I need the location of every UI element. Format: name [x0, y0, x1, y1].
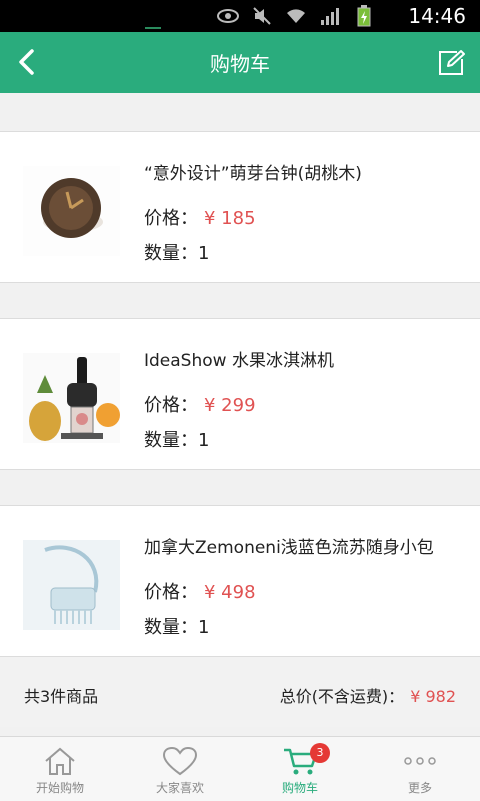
price-row: 价格： ¥ 498	[144, 578, 256, 604]
edit-button[interactable]	[436, 48, 466, 78]
page-title: 购物车	[210, 52, 270, 76]
quantity-value: 1	[198, 243, 210, 264]
nav-label: 开始购物	[35, 781, 84, 795]
cart-count-badge: 3	[310, 743, 330, 763]
status-icons	[216, 5, 376, 27]
status-bar: 14:46	[0, 0, 480, 32]
price-label: 价格：	[144, 582, 198, 603]
total-label: 总价(不含运费)：	[279, 687, 405, 706]
heart-icon	[162, 745, 198, 777]
product-name[interactable]: 加拿大Zemoneni浅蓝色流苏随身小包	[144, 533, 434, 558]
product-name[interactable]: “意外设计”萌芽台钟(胡桃木)	[144, 159, 362, 184]
app-header: 购物车	[0, 32, 480, 93]
nav-label: 大家喜欢	[155, 781, 204, 795]
status-indicator	[145, 27, 161, 29]
cart-item[interactable]: “意外设计”萌芽台钟(胡桃木) 价格： ¥ 185 数量：1	[0, 131, 480, 283]
nav-item-more[interactable]: 更多	[360, 737, 480, 801]
product-image-bag	[23, 540, 120, 630]
nav-label: 更多	[407, 781, 432, 795]
price-label: 价格：	[144, 208, 198, 229]
nav-item-favorites[interactable]: 大家喜欢	[120, 737, 240, 801]
price-value: ¥ 498	[204, 582, 256, 603]
price-value: ¥ 185	[204, 208, 256, 229]
price-row: 价格： ¥ 299	[144, 391, 256, 417]
quantity-value: 1	[198, 617, 210, 638]
product-image-ice-cream-maker	[23, 353, 120, 443]
total-price: 总价(不含运费)： ¥ 982	[280, 683, 456, 707]
quantity-label: 数量：	[144, 430, 198, 451]
price-label: 价格：	[144, 395, 198, 416]
quantity-row: 数量：1	[144, 613, 209, 639]
wifi-icon	[284, 6, 308, 26]
quantity-row: 数量：1	[144, 239, 209, 265]
bottom-nav: 开始购物 大家喜欢 3 购物车 更多	[0, 736, 480, 801]
product-name[interactable]: IdeaShow 水果冰淇淋机	[144, 346, 334, 371]
quantity-label: 数量：	[144, 243, 198, 264]
item-count: 共3件商品	[24, 687, 99, 706]
price-row: 价格： ¥ 185	[144, 204, 256, 230]
status-time: 14:46	[408, 4, 466, 28]
eye-icon	[216, 6, 240, 26]
mute-icon	[250, 6, 274, 26]
nav-item-start-shopping[interactable]: 开始购物	[0, 737, 120, 801]
more-icon	[403, 745, 437, 777]
signal-icon	[318, 6, 342, 26]
cart-item[interactable]: IdeaShow 水果冰淇淋机 价格： ¥ 299 数量：1	[0, 318, 480, 470]
price-value: ¥ 299	[204, 395, 256, 416]
nav-item-cart[interactable]: 3 购物车	[240, 737, 360, 801]
cart-item[interactable]: 加拿大Zemoneni浅蓝色流苏随身小包 价格： ¥ 498 数量：1	[0, 505, 480, 657]
quantity-value: 1	[198, 430, 210, 451]
total-amount: ¥ 982	[410, 687, 456, 706]
nav-label: 购物车	[281, 781, 318, 795]
battery-icon	[352, 5, 376, 27]
quantity-row: 数量：1	[144, 426, 209, 452]
edit-icon	[439, 50, 465, 75]
product-image-clock	[23, 166, 120, 256]
quantity-label: 数量：	[144, 617, 198, 638]
cart-summary: 共3件商品 总价(不含运费)： ¥ 982	[0, 656, 480, 727]
home-icon	[43, 745, 77, 777]
